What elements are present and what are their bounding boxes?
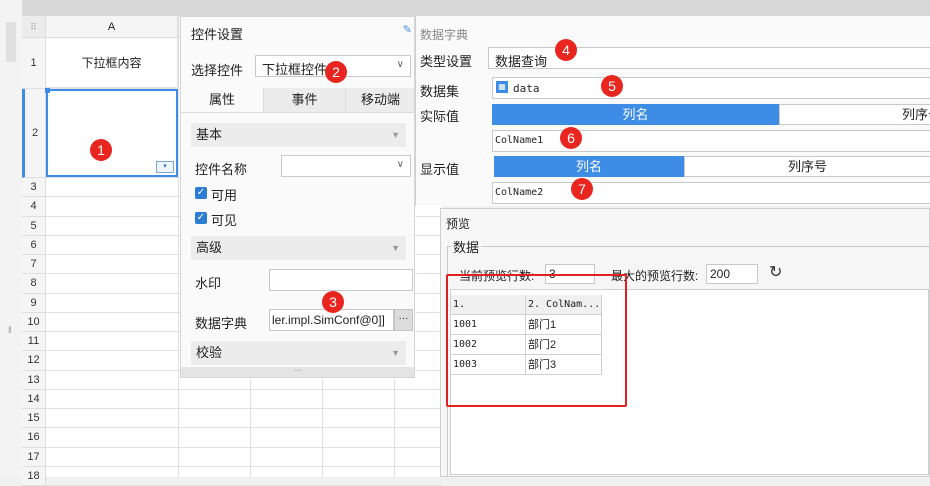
row-header-17[interactable]: 17 [22,447,46,467]
dataset-label: 数据集 [420,84,460,99]
display-value-label: 显示值 [420,162,460,177]
tab-mobile[interactable]: 移动端 [345,88,415,112]
data-dictionary-label: 数据字典 [195,316,248,331]
collapse-icon[interactable]: ▼ [391,123,400,147]
row-header-18[interactable]: 18 [22,466,46,486]
column-header-a[interactable]: A [46,16,178,38]
watermark-label: 水印 [195,276,222,291]
enabled-checkbox[interactable]: ✓ [195,187,207,199]
row-header-8[interactable]: 8 [22,274,46,294]
data-dictionary-panel: 数据字典 类型设置 数据查询 数据集 ▦ data 实际值 列名 列序号 Col… [415,16,930,206]
dropdown-widget-icon[interactable]: ▾ [156,161,174,173]
dataset-value: data [513,82,540,95]
tab-properties[interactable]: 属性 [181,88,263,112]
left-side-strip: ‖ [0,0,23,477]
actual-value-text: ColName1 [495,135,544,146]
data-dictionary-edit-button[interactable]: ··· [394,309,413,331]
annotation-badge-2: 2 [325,61,347,83]
annotation-badge-3: 3 [322,291,344,313]
collapse-icon[interactable]: ▼ [391,236,400,260]
scroll-handle[interactable] [6,22,16,62]
row-header-16[interactable]: 16 [22,428,46,448]
row-header-11[interactable]: 11 [22,332,46,352]
annotation-badge-5: 5 [601,75,623,97]
control-name-input[interactable]: ∨ [281,155,411,177]
property-tabs: 属性 事件 移动端 [181,88,414,113]
row-header-3[interactable]: 3 [22,178,46,198]
row-header-10[interactable]: 10 [22,312,46,332]
actual-value-label: 实际值 [420,109,460,124]
dataset-selector[interactable]: ▦ data [492,77,930,99]
actual-tab-colindex[interactable]: 列序号 [779,104,930,125]
row-header-7[interactable]: 7 [22,255,46,275]
control-settings-panel: 控件设置 ✎ 选择控件 下拉框控件 ∨ 属性 事件 移动端 基本 ▼ 控件名称 ∨… [180,16,415,378]
annotation-badge-6: 6 [560,127,582,149]
max-rows-value: 200 [710,267,731,281]
control-panel-title: 控件设置 [191,27,244,42]
chevron-down-icon[interactable]: ∨ [397,159,404,170]
chevron-down-icon[interactable]: ∨ [397,59,404,70]
type-setting-value: 数据查询 [495,54,548,69]
tab-events[interactable]: 事件 [263,88,345,112]
resize-grip-icon[interactable]: ‖ [8,325,12,335]
section-validate[interactable]: 校验 ▼ [191,341,406,365]
type-setting-label: 类型设置 [420,54,473,69]
top-toolbar-strip [0,0,930,16]
dataset-table-icon: ▦ [496,81,508,93]
cell-a2-selected[interactable]: ▾ [45,88,178,177]
sheet-row[interactable] [46,467,442,486]
panel-resize-grip[interactable]: ··· [181,367,414,377]
sheet-row[interactable] [46,390,442,409]
display-tab-colindex[interactable]: 列序号 [684,156,930,177]
edit-icon[interactable]: ✎ [403,23,412,36]
cell-corner-handle[interactable] [45,88,50,93]
row-header-6[interactable]: 6 [22,235,46,255]
row-header-13[interactable]: 13 [22,370,46,390]
row-header-4[interactable]: 4 [22,197,46,217]
sheet-row[interactable] [46,409,442,429]
display-value-text: ColName2 [495,187,544,198]
sheet-row[interactable] [46,428,442,448]
section-validate-label: 校验 [196,345,223,360]
annotation-badge-4: 4 [555,39,577,61]
section-basic[interactable]: 基本 ▼ [191,123,406,147]
watermark-input[interactable] [269,269,413,291]
select-control-value: 下拉框控件 [262,62,328,77]
cell-a1[interactable]: 下拉框内容 [46,38,178,88]
sheet-row[interactable] [46,448,442,467]
column-gridline [178,16,179,477]
collapse-icon[interactable]: ▼ [391,341,400,365]
row-header-15[interactable]: 15 [22,409,46,429]
enabled-label: 可用 [211,188,238,203]
highlight-box [446,274,627,407]
actual-value-input[interactable]: ColName1 [492,130,930,152]
annotation-badge-7: 7 [571,178,593,200]
row-header-9[interactable]: 9 [22,293,46,313]
select-control-label: 选择控件 [191,63,244,78]
row-header-14[interactable]: 14 [22,389,46,409]
annotation-badge-1: 1 [90,139,112,161]
select-all-corner[interactable]: ⠿ [22,16,46,38]
row-header-2[interactable]: 2 [22,89,46,178]
data-group-label: 数据 [451,237,482,256]
max-rows-input[interactable]: 200 [706,264,758,284]
display-value-input[interactable]: ColName2 [492,182,930,204]
control-name-label: 控件名称 [195,162,248,177]
section-basic-label: 基本 [196,127,223,142]
visible-checkbox[interactable]: ✓ [195,212,207,224]
section-advanced[interactable]: 高级 ▼ [191,236,406,260]
dict-panel-title: 数据字典 [420,28,469,42]
refresh-icon[interactable]: ↻ [769,262,782,282]
row-header-1[interactable]: 1 [22,38,46,89]
preview-title: 预览 [446,217,471,231]
actual-tab-colname[interactable]: 列名 [492,104,779,125]
row-header-5[interactable]: 5 [22,216,46,236]
section-advanced-label: 高级 [196,240,223,255]
data-dictionary-value: ler.impl.SimConf@0]] [272,313,385,327]
visible-label: 可见 [211,213,238,228]
preview-dialog: 预览 数据 当前预览行数: 3 最大的预览行数: 200 ↻ 1. ColNam… [440,208,930,477]
display-tab-colname[interactable]: 列名 [494,156,684,177]
row-header-12[interactable]: 12 [22,351,46,371]
